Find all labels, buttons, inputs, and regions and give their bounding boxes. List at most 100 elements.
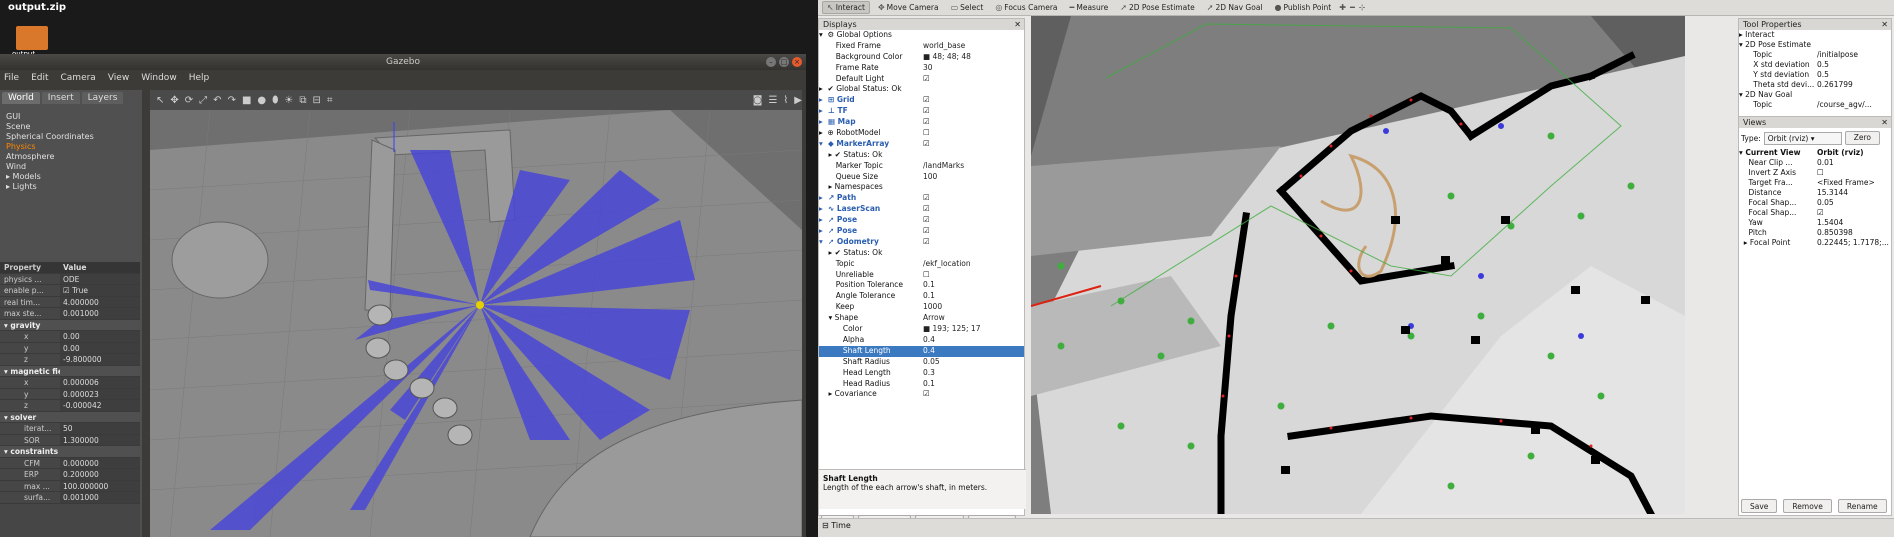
copy-icon[interactable]: ⧉ [299,95,306,106]
property-row[interactable]: CFM 0.000000 [0,457,140,469]
property-row[interactable]: ▾ solver [0,411,140,423]
property-value[interactable]: 0.001000 [60,308,140,319]
display-value[interactable]: ☐ [923,128,1024,139]
tool-prop-value[interactable]: 0.261799 [1817,80,1891,90]
minus-icon[interactable]: ━ [1350,3,1355,12]
display-value[interactable]: 0.3 [923,368,1024,379]
remove-button[interactable]: Remove [1783,499,1832,513]
display-value[interactable]: ☑ [923,389,1024,400]
gazebo-3d-viewport[interactable] [150,110,802,537]
display-value[interactable]: /ekf_location [923,259,1024,270]
tool-prop-value[interactable] [1817,30,1891,40]
display-row-namespaces[interactable]: ▸ Namespaces [819,182,1024,193]
view-prop-row[interactable]: Target Fra... <Fixed Frame> [1739,178,1891,188]
tool-2d-nav-goal[interactable]: ➚ 2D Nav Goal [1203,2,1267,13]
display-row-pose[interactable]: ▸ ➚ Pose ☑ [819,215,1024,226]
property-row[interactable]: ERP 0.200000 [0,469,140,481]
tool-prop-row[interactable]: X std deviation 0.5 [1739,60,1891,70]
display-row-robotmodel[interactable]: ▸ ⊕ RobotModel ☐ [819,128,1024,139]
display-value[interactable]: world_base [923,41,1024,52]
display-value[interactable]: 0.1 [923,291,1024,302]
view-prop-row[interactable]: Focal Shap... ☑ [1739,208,1891,218]
screenshot-icon[interactable]: ◙ [753,95,763,106]
property-row[interactable]: x 0.000006 [0,377,140,389]
property-value[interactable]: 0.00 [60,331,140,342]
display-row-keep[interactable]: Keep 1000 [819,302,1024,313]
view-prop-row[interactable]: ▾ Current View Orbit (rviz) [1739,148,1891,158]
display-value[interactable]: 0.4 [923,335,1024,346]
world-tree-item[interactable]: GUI [6,112,94,122]
property-row[interactable]: enable p... ☑ True [0,285,140,297]
display-value[interactable]: ☑ [923,215,1024,226]
display-row-fixed-frame[interactable]: Fixed Frame world_base [819,41,1024,52]
display-row-covariance[interactable]: ▸ Covariance ☑ [819,389,1024,400]
redo-icon[interactable]: ↷ [228,95,236,106]
property-row[interactable]: x 0.00 [0,331,140,343]
display-value[interactable] [923,248,1024,259]
property-row[interactable]: iterat... 50 [0,423,140,435]
view-prop-value[interactable]: 1.5404 [1817,218,1891,228]
display-row-global-options[interactable]: ▾ ⚙ Global Options [819,30,1024,41]
menu-file[interactable]: File [4,70,19,86]
view-prop-row[interactable]: Focal Shap... 0.05 [1739,198,1891,208]
property-value[interactable]: 0.000000 [60,457,140,468]
display-value[interactable]: 0.05 [923,357,1024,368]
display-value[interactable]: ☑ [923,204,1024,215]
display-value[interactable]: ☑ [923,74,1024,85]
tool-move-camera[interactable]: ✥ Move Camera [874,2,943,13]
view-prop-value[interactable]: 0.850398 [1817,228,1891,238]
snap-icon[interactable]: ⌗ [327,95,333,106]
display-row-default-light[interactable]: Default Light ☑ [819,74,1024,85]
tool-prop-row[interactable]: ▾ 2D Nav Goal [1739,90,1891,100]
view-prop-row[interactable]: ▸ Focal Point 0.22445; 1.7178;... [1739,238,1891,248]
display-value[interactable] [923,150,1024,161]
tool-prop-row[interactable]: Theta std devi... 0.261799 [1739,80,1891,90]
tab-insert[interactable]: Insert [41,92,80,104]
log-icon[interactable]: ☰ [768,95,777,106]
folder-icon[interactable] [16,26,48,50]
display-value[interactable]: ☑ [923,237,1024,248]
tool-measure[interactable]: ━ Measure [1066,2,1113,13]
display-value[interactable]: ☑ [923,106,1024,117]
property-value[interactable]: 1.300000 [60,434,140,445]
tab-layers[interactable]: Layers [81,92,124,104]
display-row-queue-size[interactable]: Queue Size 100 [819,172,1024,183]
property-value[interactable]: -0.000042 [60,400,140,411]
display-value[interactable] [923,182,1024,193]
time-expand-icon[interactable]: ⊟ [822,521,831,530]
property-value[interactable]: 0.001000 [60,492,140,503]
tool-prop-value[interactable]: 0.5 [1817,60,1891,70]
display-value[interactable]: 100 [923,172,1024,183]
property-value[interactable]: ☑ True [60,285,140,296]
menu-edit[interactable]: Edit [31,70,48,86]
property-row[interactable]: physics ... ODE [0,273,140,285]
tool-prop-row[interactable]: Topic/course_agv/... [1739,100,1891,110]
close-icon[interactable]: × [792,57,802,67]
property-row[interactable]: ▾ constraints [0,446,140,458]
display-row-position-tolerance[interactable]: Position Tolerance 0.1 [819,280,1024,291]
display-value[interactable] [923,84,1024,95]
view-prop-row[interactable]: Invert Z Axis ☐ [1739,168,1891,178]
world-tree-item[interactable]: Scene [6,122,94,132]
align-icon[interactable]: ⊟ [313,95,321,106]
display-row-frame-rate[interactable]: Frame Rate 30 [819,63,1024,74]
world-tree-item[interactable]: Spherical Coordinates [6,132,94,142]
menu-help[interactable]: Help [189,70,210,86]
display-row-marker-topic[interactable]: Marker Topic/landMarks [819,161,1024,172]
display-row-alpha[interactable]: Alpha 0.4 [819,335,1024,346]
display-row-pose[interactable]: ▸ ➚ Pose ☑ [819,226,1024,237]
view-prop-row[interactable]: Yaw 1.5404 [1739,218,1891,228]
tool-interact[interactable]: ↖ Interact [822,1,870,14]
zero-button[interactable]: Zero [1844,131,1881,145]
rotate-icon[interactable]: ⟳ [185,95,193,106]
display-value[interactable]: ■ 48; 48; 48 [923,52,1024,63]
display-row-grid[interactable]: ▸ ⊞ Grid ☑ [819,95,1024,106]
display-value[interactable]: 30 [923,63,1024,74]
property-value[interactable]: 0.000006 [60,377,140,388]
tool-prop-value[interactable]: 0.5 [1817,70,1891,80]
property-value[interactable]: -9.800000 [60,354,140,365]
tool-prop-row[interactable]: Topic/initialpose [1739,50,1891,60]
world-tree-item[interactable]: Physics [6,142,94,152]
property-row[interactable]: max ste... 0.001000 [0,308,140,320]
property-row[interactable]: z -9.800000 [0,354,140,366]
